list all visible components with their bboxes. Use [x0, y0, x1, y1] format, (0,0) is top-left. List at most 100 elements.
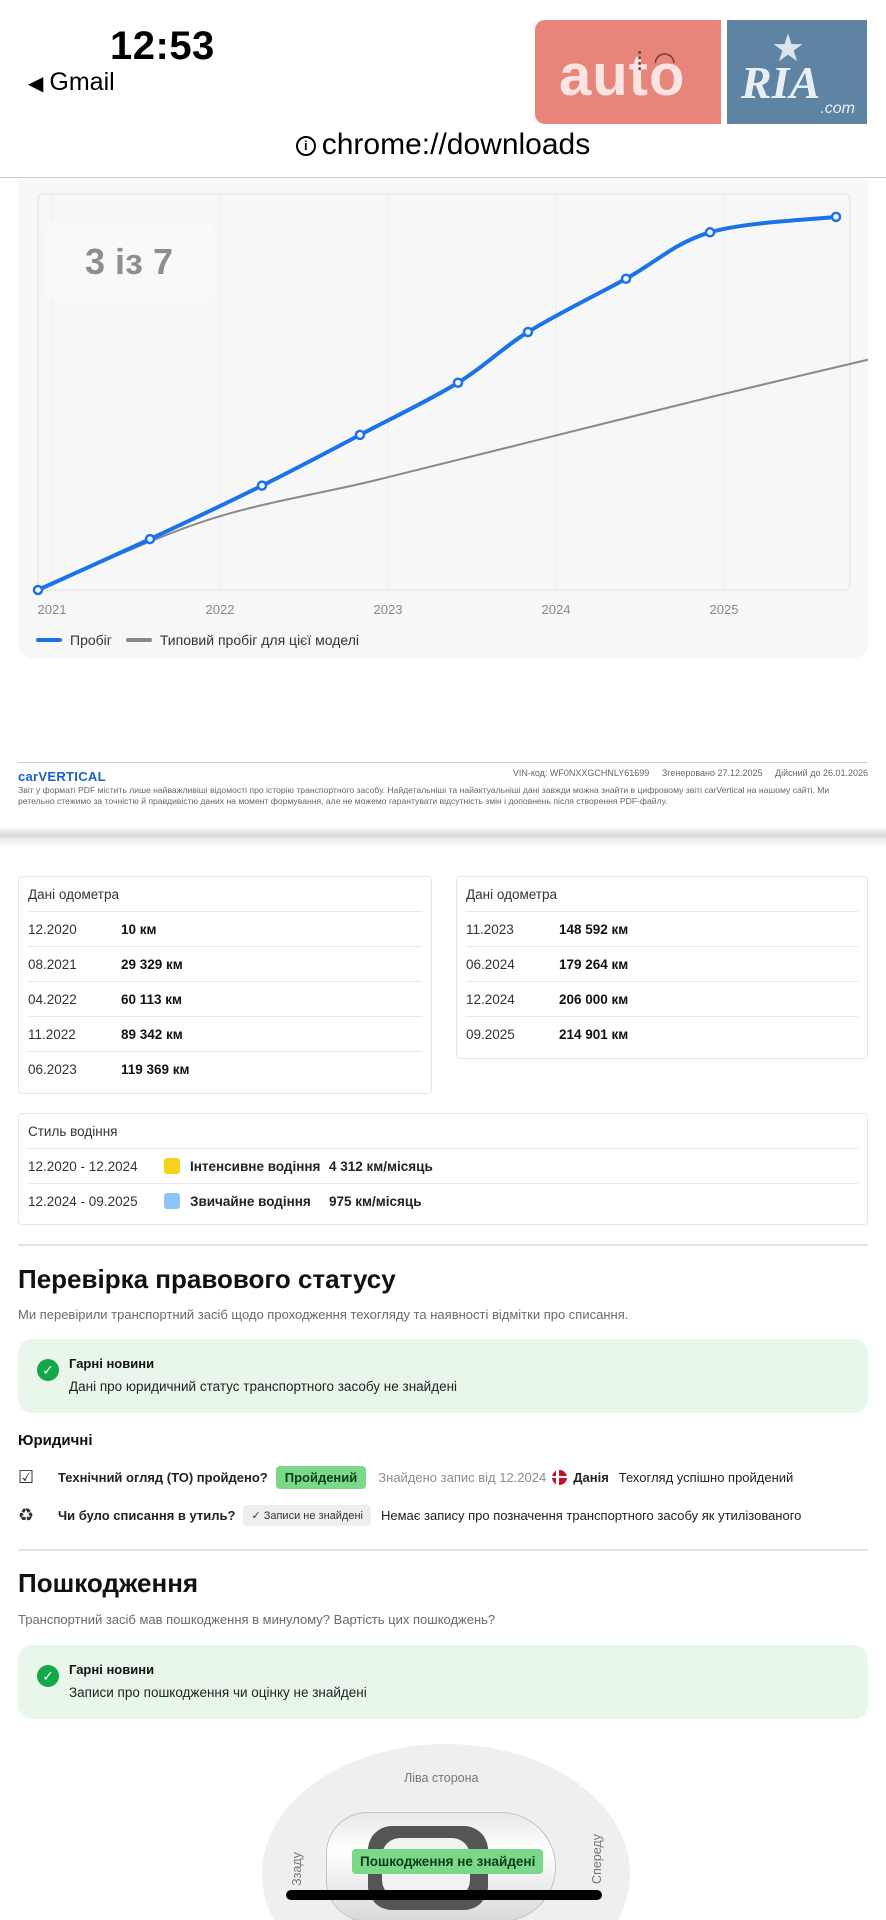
watermark-ria-text: RIA: [741, 57, 821, 108]
url-bar[interactable]: i chrome://downloads: [0, 128, 886, 162]
divider: [0, 177, 886, 178]
home-indicator[interactable]: [286, 1890, 602, 1900]
scrap-row: ♻ Чи було списання в утиль? ✓ Записи не …: [18, 1500, 801, 1530]
inspection-country: Данія: [573, 1469, 609, 1485]
legal-good-news: ✓ Гарні новини Дані про юридичний статус…: [18, 1339, 868, 1413]
no-damage-badge: Пошкодження не знайдені: [352, 1849, 544, 1874]
odo-km: 89 342 км: [121, 1026, 183, 1042]
odo-km: 60 113 км: [121, 991, 183, 1007]
driving-style-table: Стиль водіння 12.2020 - 12.2024 Інтенсив…: [18, 1113, 868, 1225]
page-break: [0, 826, 886, 848]
panel-title: Дані одометра: [466, 887, 557, 902]
table-row: 12.2024 206 000 км: [466, 981, 858, 1016]
scrap-badge-label: Записи не знайдені: [263, 1509, 363, 1522]
table-row: 04.2022 60 113 км: [28, 981, 422, 1016]
odo-km: 214 901 км: [559, 1026, 629, 1042]
odo-km: 29 329 км: [121, 956, 183, 972]
legal-section-subtitle: Ми перевірили транспортний засіб щодо пр…: [18, 1307, 629, 1322]
drive-period: 12.2020 - 12.2024: [28, 1158, 138, 1174]
generated-date: Згенеровано 27.12.2025: [661, 768, 763, 778]
x-tick-label: 2023: [374, 602, 403, 617]
drive-style-label: Інтенсивне водіння: [190, 1158, 321, 1174]
checklist-icon: ☑: [18, 1466, 35, 1487]
odometer-table-right: Дані одометра 11.2023 148 592 км 06.2024 1…: [456, 876, 868, 1059]
table-row: 12.2020 10 км: [28, 911, 422, 946]
odo-km: 179 264 км: [559, 956, 629, 972]
mileage-point: [256, 480, 268, 491]
table-row: 06.2024 179 264 км: [466, 946, 858, 981]
valid-until: Дійсний до 26.01.2026: [775, 768, 868, 778]
side-left-label: Ліва сторона: [404, 1771, 479, 1785]
scrap-badge: ✓ Записи не знайдені: [243, 1504, 371, 1526]
back-app-label: Gmail: [49, 68, 115, 96]
disclaimer: Звіт у форматі PDF містить лише найважли…: [18, 785, 830, 806]
good-news-title: Гарні новини: [69, 1356, 155, 1371]
page-indicator: 3 із 7: [44, 222, 214, 302]
mileage-point: [830, 211, 842, 223]
status-bar: 12:53 ◀ Gmail auto ★ RIA .com ⁞◠: [0, 0, 886, 140]
table-row: 12.2024 - 09.2025 Звичайне водіння 975 к…: [28, 1183, 858, 1218]
good-news-text: Записи про пошкодження чи оцінку не знай…: [69, 1685, 367, 1700]
mileage-point: [32, 584, 44, 596]
odo-km: 148 592 км: [559, 921, 629, 937]
damage-section-subtitle: Транспортний засіб мав пошкодження в мин…: [18, 1612, 496, 1627]
check-icon: ✓: [251, 1509, 264, 1522]
odo-date: 11.2022: [28, 1026, 76, 1042]
chart-legend: Пробіг Типовий пробіг для цієї моделі: [36, 632, 373, 648]
mileage-point: [452, 377, 464, 388]
report-footer: carVERTICAL VIN-код: WF0NXXGCHNLY61699 З…: [18, 762, 868, 806]
legend-item-typical: Типовий пробіг для цієї моделі: [125, 632, 359, 648]
status-icons: ⁞◠: [636, 46, 686, 77]
vin-code: VIN-код: WF0NXXGCHNLY61699: [512, 768, 650, 778]
damage-section-title: Пошкодження: [18, 1568, 199, 1598]
info-icon[interactable]: i: [295, 136, 316, 156]
odo-date: 06.2024: [466, 956, 515, 972]
check-icon: ✓: [37, 1359, 59, 1381]
legend-label: Пробіг: [70, 632, 112, 648]
report-meta: VIN-код: WF0NXXGCHNLY61699 Згенеровано 2…: [503, 768, 868, 778]
mileage-point: [354, 429, 366, 441]
denmark-flag-icon: [552, 1469, 568, 1485]
x-tick-label: 2025: [710, 602, 739, 617]
odometer-table-left: Дані одометра 12.2020 10 км 08.2021 29 329…: [18, 876, 432, 1094]
odo-km: 10 км: [121, 921, 157, 937]
watermark-com-text: .com: [820, 100, 855, 117]
back-to-gmail-link[interactable]: ◀ Gmail: [28, 68, 115, 97]
drive-style-label: Звичайне водіння: [190, 1193, 311, 1209]
odo-date: 08.2021: [28, 956, 77, 972]
panel-title: Дані одометра: [28, 887, 119, 902]
divider: [18, 1244, 868, 1246]
mileage-point: [144, 533, 156, 545]
watermark-ria: ★ RIA .com: [727, 20, 867, 124]
mileage-point: [704, 227, 716, 238]
inspection-result: Техогляд успішно пройдений: [618, 1469, 794, 1485]
carvertical-logo: carVERTICAL: [18, 769, 106, 784]
table-row: 11.2022 89 342 км: [28, 1016, 422, 1051]
scrap-text: Немає запису про позначення транспортног…: [380, 1507, 802, 1523]
watermark-auto: auto: [535, 20, 721, 124]
odo-date: 04.2022: [28, 991, 77, 1007]
odo-date: 06.2023: [28, 1061, 77, 1077]
x-tick-label: 2021: [38, 602, 67, 617]
drive-style: Звичайне водіння: [164, 1193, 329, 1209]
url-text: chrome://downloads: [321, 128, 591, 161]
legal-section-title: Перевірка правового статусу: [18, 1264, 396, 1294]
legend-swatch: [125, 638, 152, 642]
odo-km: 119 369 км: [121, 1061, 190, 1077]
panel-title: Стиль водіння: [28, 1124, 118, 1139]
inspection-question: Технічний огляд (ТО) пройдено?: [58, 1469, 268, 1485]
legal-group-title: Юридичні: [18, 1432, 93, 1449]
mileage-point: [522, 326, 534, 338]
recycle-icon: ♻: [18, 1504, 35, 1525]
table-row: 06.2023 119 369 км: [28, 1051, 422, 1086]
intensity-swatch: [164, 1158, 180, 1174]
inspection-badge: Пройдений: [275, 1465, 367, 1489]
inspection-found: Знайдено запис від 12.2024: [378, 1469, 547, 1485]
drive-style: Інтенсивне водіння: [164, 1158, 329, 1174]
legend-label: Типовий пробіг для цієї моделі: [159, 632, 359, 648]
table-row: 11.2023 148 592 км: [466, 911, 858, 946]
x-tick-label: 2024: [542, 602, 571, 617]
watermark-logo: auto ★ RIA .com: [535, 20, 867, 124]
table-row: 08.2021 29 329 км: [28, 946, 422, 981]
divider: [18, 1549, 868, 1551]
